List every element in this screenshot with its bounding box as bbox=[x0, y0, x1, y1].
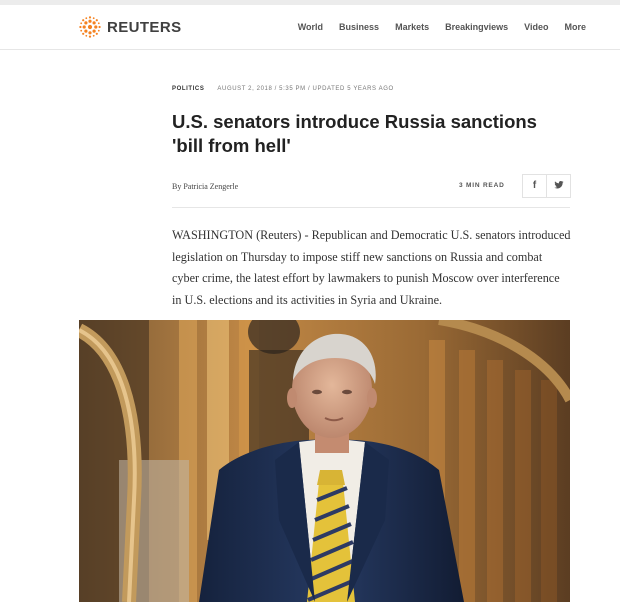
brand-wordmark: REUTERS bbox=[107, 18, 182, 36]
read-time: 3 MIN READ bbox=[459, 182, 505, 189]
divider bbox=[172, 207, 570, 208]
reuters-logo[interactable]: REUTERS bbox=[79, 15, 181, 39]
article-photo[interactable] bbox=[79, 320, 570, 602]
facebook-share-icon[interactable]: f bbox=[523, 175, 546, 197]
nav-markets[interactable]: Markets bbox=[395, 18, 429, 36]
nav-world[interactable]: World bbox=[298, 18, 323, 36]
nav-more[interactable]: More bbox=[564, 18, 586, 36]
nav-breakingviews[interactable]: Breakingviews bbox=[445, 18, 508, 36]
senator-photo bbox=[79, 320, 570, 602]
article-meta: POLITICS AUGUST 2, 2018 / 5:35 PM / UPDA… bbox=[172, 86, 394, 92]
twitter-share-icon[interactable] bbox=[546, 175, 570, 197]
twitter-bird-icon bbox=[553, 181, 564, 189]
nav-video[interactable]: Video bbox=[524, 18, 548, 36]
main-nav: World Business Markets Breakingviews Vid… bbox=[282, 18, 586, 36]
reuters-logo-icon bbox=[79, 16, 101, 38]
byline: By Patricia Zengerle bbox=[172, 182, 239, 191]
nav-business[interactable]: Business bbox=[339, 18, 379, 36]
article-headline: U.S. senators introduce Russia sanctions… bbox=[172, 111, 537, 156]
dateline: AUGUST 2, 2018 / 5:35 PM / UPDATED 5 YEA… bbox=[217, 86, 394, 92]
share-buttons: f bbox=[522, 174, 571, 198]
site-header: REUTERS World Business Markets Breakingv… bbox=[0, 5, 620, 50]
article-lede: WASHINGTON (Reuters) - Republican and De… bbox=[172, 228, 571, 307]
section-label[interactable]: POLITICS bbox=[172, 86, 204, 92]
